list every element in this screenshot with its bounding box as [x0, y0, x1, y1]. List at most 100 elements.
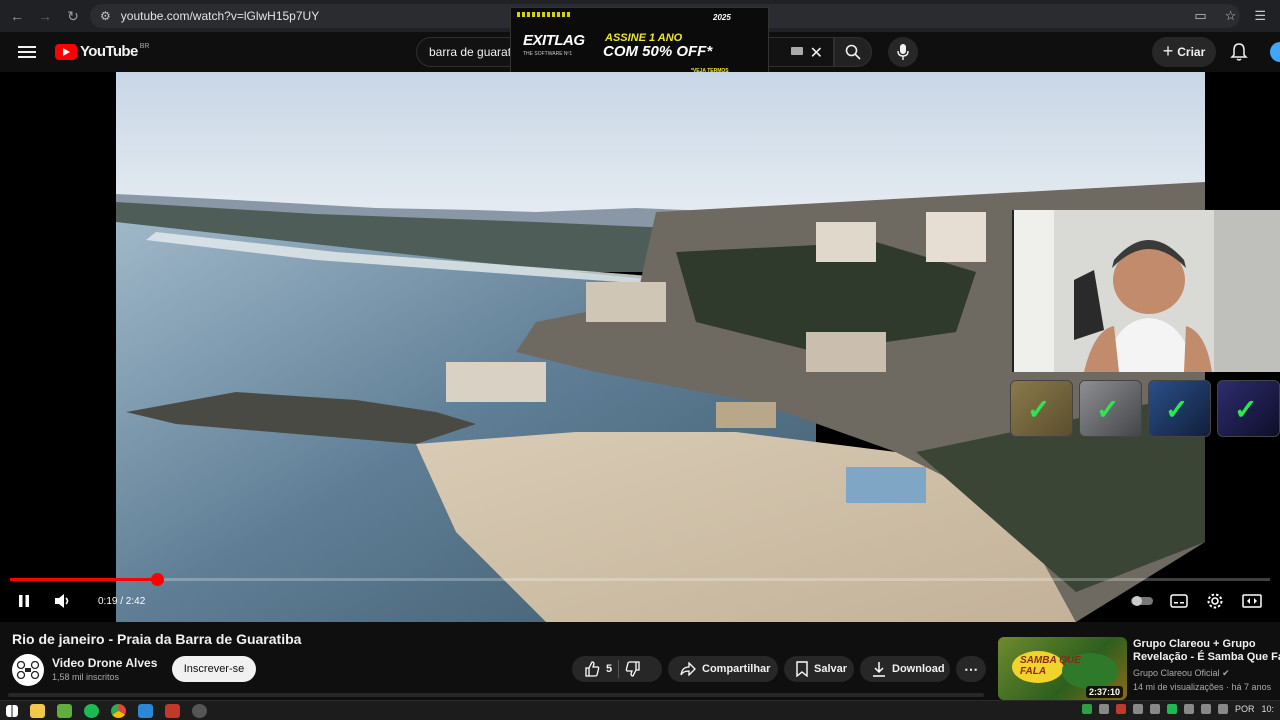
site-settings-icon[interactable]: ⚙ [100, 9, 111, 23]
checkmark-icon: ✓ [1027, 394, 1051, 425]
plus-icon: + [1162, 40, 1174, 61]
notifications-button[interactable] [1230, 42, 1248, 67]
badge-silver: ✓ [1079, 380, 1142, 437]
badge-blue: ✓ [1148, 380, 1211, 437]
save-label: Salvar [814, 663, 848, 675]
microphone-icon [897, 44, 909, 60]
menu-icon[interactable] [18, 43, 36, 61]
tray-icon[interactable] [1166, 704, 1177, 714]
achievement-badges: ✓ ✓ ✓ ✓ [1010, 380, 1280, 437]
progress-scrubber[interactable] [151, 573, 164, 586]
subscriber-count: 1,58 mil inscritos [52, 672, 120, 682]
tray-icon[interactable] [1217, 704, 1228, 714]
file-explorer-icon[interactable] [30, 704, 45, 718]
video-player[interactable]: ✓ ✓ ✓ ✓ 0:19 / 2:42 [0, 72, 1280, 622]
recommended-channel[interactable]: Grupo Clareou Oficial ✔ [1133, 668, 1230, 679]
ad-brand: EXITLAG [523, 32, 585, 49]
subscribe-button[interactable]: Inscrever-se [172, 656, 256, 682]
recommended-video-title[interactable]: Grupo Clareou + Grupo Revelação - É Samb… [1133, 638, 1280, 664]
tray-icon[interactable] [1098, 704, 1109, 714]
forward-icon[interactable]: → [34, 5, 56, 27]
recommended-meta: 14 mi de visualizações · há 7 anos [1133, 682, 1272, 692]
pause-icon [19, 595, 29, 607]
recommended-video-thumbnail[interactable]: SAMBA QUE FALA 2:37:10 [998, 637, 1127, 700]
dislike-icon[interactable] [625, 661, 641, 677]
voice-search-button[interactable] [888, 37, 918, 67]
save-button[interactable]: Salvar [784, 656, 854, 682]
search-button[interactable] [834, 37, 872, 67]
create-button[interactable]: + Criar [1152, 37, 1216, 67]
progress-bar[interactable] [10, 573, 1270, 586]
download-icon [873, 662, 885, 677]
checkmark-icon: ✓ [1165, 394, 1189, 425]
windows-start-icon[interactable] [6, 705, 18, 717]
description-bar[interactable] [8, 693, 984, 697]
video-duration: 2:37:10 [1085, 686, 1123, 698]
youtube-logo[interactable]: YouTube BR [55, 43, 149, 60]
youtube-play-icon [55, 43, 77, 60]
url-text: youtube.com/watch?v=lGlwH15p7UY [120, 9, 320, 23]
settings-button[interactable] [1206, 590, 1224, 612]
progress-played [10, 578, 157, 581]
back-icon[interactable]: ← [6, 5, 28, 27]
webcam-scene [1014, 210, 1280, 372]
install-app-icon[interactable]: ▭ [1194, 8, 1206, 24]
search-query: barra de guarat [429, 45, 512, 59]
thumbnail-text: SAMBA QUE FALA [1020, 655, 1081, 677]
bookmark-star-icon[interactable]: ☆ [1225, 8, 1237, 24]
volume-button[interactable] [54, 590, 72, 612]
theater-mode-icon [1242, 594, 1262, 608]
clock[interactable]: 10: [1261, 704, 1274, 714]
logo-text: YouTube [80, 43, 138, 60]
like-icon[interactable] [584, 661, 600, 677]
share-button[interactable]: Compartilhar [668, 656, 778, 682]
rec-title-line-2: Revelação - É Samba Que Fala [1133, 651, 1280, 663]
spotify-icon[interactable] [84, 704, 99, 718]
ad-brand-sub: THE SOFTWARE Nº1 [523, 51, 573, 57]
verified-icon: ✔ [1222, 668, 1230, 678]
autoplay-toggle-icon [1131, 596, 1153, 606]
pause-button[interactable] [16, 590, 32, 612]
badge-purple: ✓ [1217, 380, 1280, 437]
app-icon[interactable] [165, 704, 180, 718]
ad-banner[interactable]: 2025 EXITLAG THE SOFTWARE Nº1 ASSINE 1 A… [510, 7, 769, 81]
theater-mode-button[interactable] [1242, 590, 1262, 612]
download-button[interactable]: Download [860, 656, 950, 682]
tray-icon[interactable] [1200, 704, 1211, 714]
clear-search-icon[interactable]: ✕ [810, 43, 823, 63]
input-language[interactable]: POR [1235, 704, 1255, 714]
steam-icon[interactable] [192, 704, 207, 718]
channel-avatar[interactable] [12, 654, 44, 686]
search-icon [845, 44, 861, 60]
channel-name[interactable]: Video Drone Alves [52, 656, 157, 670]
tray-icon[interactable] [1149, 704, 1160, 714]
tray-icon[interactable] [1132, 704, 1143, 714]
tray-icon[interactable] [1183, 704, 1194, 714]
keyboard-icon[interactable] [791, 47, 803, 55]
volume-icon [55, 594, 69, 608]
country-code: BR [139, 43, 150, 50]
chrome-icon[interactable] [111, 704, 126, 718]
subtitles-button[interactable] [1170, 590, 1188, 612]
store-icon[interactable] [57, 704, 72, 718]
reading-list-icon[interactable]: ☰ [1254, 8, 1266, 24]
like-count: 5 [606, 663, 613, 675]
user-avatar[interactable] [1270, 42, 1280, 62]
rec-title-line-1: Grupo Clareou + Grupo [1133, 638, 1256, 650]
checkmark-icon: ✓ [1096, 394, 1120, 425]
share-label: Compartilhar [702, 663, 771, 675]
autoplay-toggle[interactable] [1130, 590, 1154, 612]
reload-icon[interactable]: ↻ [62, 5, 84, 27]
gear-icon [1207, 593, 1223, 609]
save-icon [796, 661, 808, 677]
share-icon [680, 662, 696, 676]
create-label: Criar [1177, 45, 1206, 59]
tray-icon[interactable] [1081, 704, 1092, 714]
ad-stripe [517, 12, 571, 17]
tray-icon[interactable] [1115, 704, 1126, 714]
more-icon: ⋯ [964, 660, 978, 677]
more-actions-button[interactable]: ⋯ [956, 656, 986, 682]
browser-icon[interactable] [138, 704, 153, 718]
time-display: 0:19 / 2:42 [98, 595, 146, 607]
drone-icon [16, 661, 40, 679]
